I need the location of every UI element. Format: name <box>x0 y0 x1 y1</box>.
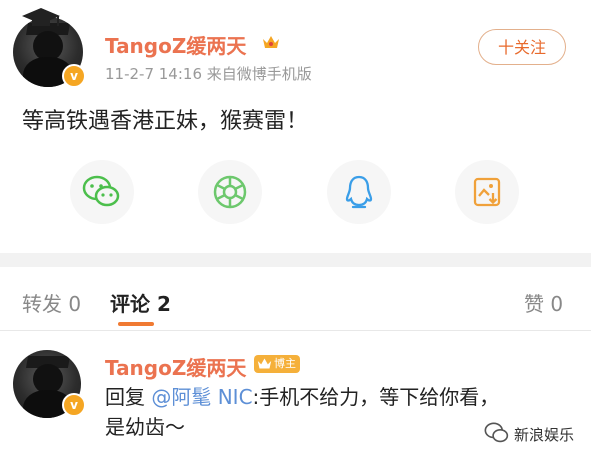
comment-body: 回复 @阿髦 NIC:手机不给力，等下给你看， <box>105 382 575 412</box>
save-image-icon <box>473 177 501 207</box>
crown-icon <box>263 36 279 48</box>
wechat-icon <box>82 175 120 207</box>
share-qq-button[interactable] <box>327 160 391 224</box>
host-badge: 博主 <box>254 355 300 373</box>
comment-verified-badge-icon: v <box>62 393 86 417</box>
post-meta: 11-2-7 14:16 来自微博手机版 <box>105 65 312 83</box>
verified-badge-icon: v <box>62 64 86 88</box>
reply-prefix: 回复 <box>105 385 145 409</box>
reply-text: :手机不给力，等下给你看， <box>252 385 500 409</box>
comment-body-line2: 是幼齿～ <box>105 415 185 439</box>
moments-icon <box>213 175 247 209</box>
post-username[interactable]: TangoZ缓两天 <box>105 30 246 59</box>
save-image-button[interactable] <box>455 160 519 224</box>
active-tab-indicator <box>118 322 154 326</box>
graduation-cap-icon <box>22 8 60 26</box>
qq-icon <box>345 175 373 209</box>
tab-comments[interactable]: 评论 2 <box>110 288 171 317</box>
mention-link[interactable]: @阿髦 NIC <box>151 385 252 409</box>
tab-repost[interactable]: 转发 0 <box>22 288 81 317</box>
tab-likes[interactable]: 赞 0 <box>524 288 563 317</box>
tabs-divider <box>0 330 591 331</box>
post-content: 等高铁遇香港正妹，猴赛雷！ <box>22 109 309 134</box>
watermark-wechat-icon <box>484 422 509 443</box>
host-badge-label: 博主 <box>274 357 296 370</box>
host-crown-icon <box>257 358 272 369</box>
share-wechat-button[interactable] <box>70 160 134 224</box>
watermark: 新浪娱乐 <box>514 426 575 444</box>
share-moments-button[interactable] <box>198 160 262 224</box>
comment-username[interactable]: TangoZ缓两天 <box>105 352 246 381</box>
follow-button[interactable]: 十关注 <box>478 29 566 65</box>
section-gap <box>0 253 591 267</box>
